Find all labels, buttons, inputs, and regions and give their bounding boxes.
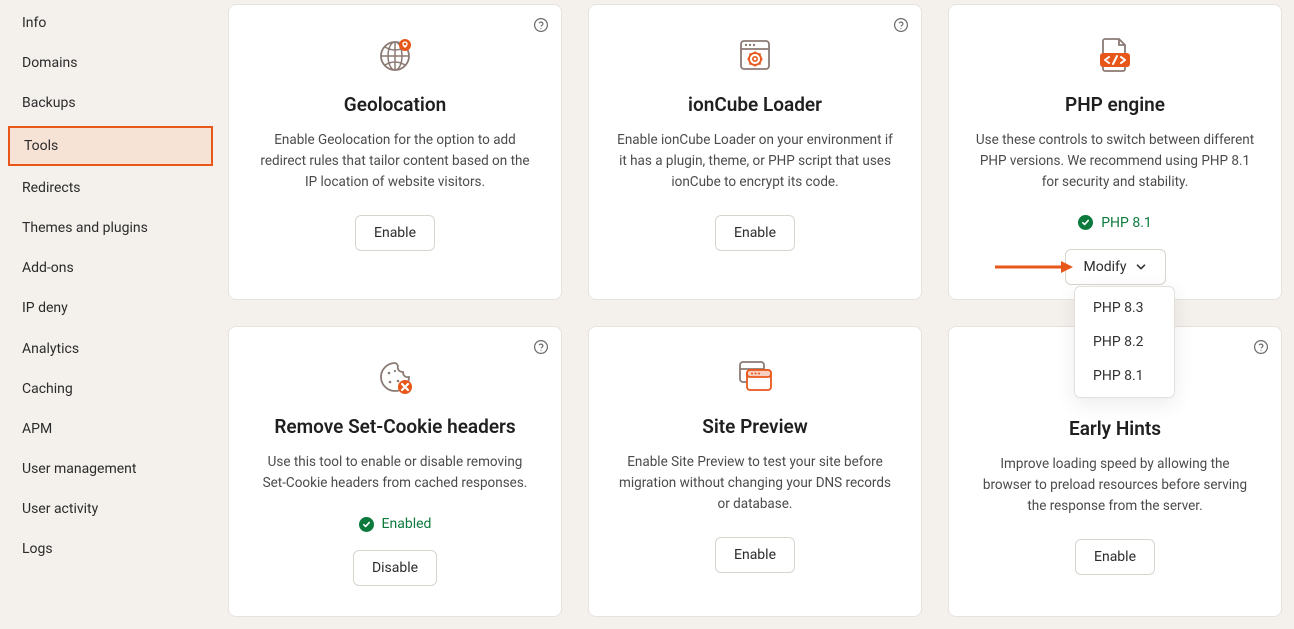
card-description: Enable ionCube Loader on your environmen… bbox=[615, 130, 895, 193]
enable-button[interactable]: Enable bbox=[715, 215, 795, 251]
card-geolocation: Geolocation Enable Geolocation for the o… bbox=[228, 4, 562, 300]
sidebar-item-ip-deny[interactable]: IP deny bbox=[0, 288, 216, 328]
check-icon bbox=[1078, 215, 1093, 230]
check-icon bbox=[359, 517, 374, 532]
card-title: Early Hints bbox=[1069, 417, 1161, 440]
help-icon[interactable] bbox=[533, 339, 549, 355]
sidebar-item-domains[interactable]: Domains bbox=[0, 43, 216, 83]
card-title: Remove Set-Cookie headers bbox=[274, 415, 515, 438]
help-icon[interactable] bbox=[893, 17, 909, 33]
sidebar-item-caching[interactable]: Caching bbox=[0, 369, 216, 409]
enable-button[interactable]: Enable bbox=[715, 537, 795, 573]
card-title: ionCube Loader bbox=[688, 93, 822, 116]
status-text: Enabled bbox=[382, 516, 432, 532]
card-ioncube: ionCube Loader Enable ionCube Loader on … bbox=[588, 4, 922, 300]
dropdown-item-php83[interactable]: PHP 8.3 bbox=[1075, 291, 1174, 325]
card-description: Enable Site Preview to test your site be… bbox=[615, 452, 895, 515]
card-description: Improve loading speed by allowing the br… bbox=[975, 454, 1255, 517]
browser-gear-icon bbox=[735, 35, 775, 75]
card-title: Site Preview bbox=[702, 415, 808, 438]
sidebar: Info Domains Backups Tools Redirects The… bbox=[0, 0, 216, 629]
content-area: Geolocation Enable Geolocation for the o… bbox=[216, 0, 1294, 629]
php-version-dropdown: PHP 8.3 PHP 8.2 PHP 8.1 bbox=[1074, 286, 1175, 398]
modify-button-label: Modify bbox=[1084, 259, 1127, 275]
sidebar-item-tools[interactable]: Tools bbox=[8, 126, 213, 166]
card-php-engine: PHP engine Use these controls to switch … bbox=[948, 4, 1282, 300]
chevron-down-icon bbox=[1135, 261, 1147, 273]
sidebar-item-analytics[interactable]: Analytics bbox=[0, 329, 216, 369]
sidebar-item-logs[interactable]: Logs bbox=[0, 529, 216, 569]
status-badge: Enabled bbox=[359, 516, 432, 532]
sidebar-item-backups[interactable]: Backups bbox=[0, 83, 216, 123]
disable-button[interactable]: Disable bbox=[353, 550, 437, 586]
card-title: Geolocation bbox=[344, 93, 446, 116]
globe-icon bbox=[375, 35, 415, 75]
cookie-remove-icon bbox=[375, 357, 415, 397]
help-icon[interactable] bbox=[533, 17, 549, 33]
card-description: Use these controls to switch between dif… bbox=[975, 130, 1255, 193]
windows-icon bbox=[735, 357, 775, 397]
sidebar-item-user-management[interactable]: User management bbox=[0, 449, 216, 489]
card-title: PHP engine bbox=[1065, 93, 1165, 116]
card-site-preview: Site Preview Enable Site Preview to test… bbox=[588, 326, 922, 617]
card-description: Enable Geolocation for the option to add… bbox=[255, 130, 535, 193]
sidebar-item-themes-plugins[interactable]: Themes and plugins bbox=[0, 208, 216, 248]
dropdown-item-php81[interactable]: PHP 8.1 bbox=[1075, 359, 1174, 393]
card-description: Use this tool to enable or disable remov… bbox=[255, 452, 535, 494]
card-set-cookie: Remove Set-Cookie headers Use this tool … bbox=[228, 326, 562, 617]
status-text: PHP 8.1 bbox=[1101, 215, 1152, 231]
help-icon[interactable] bbox=[1253, 339, 1269, 355]
sidebar-item-apm[interactable]: APM bbox=[0, 409, 216, 449]
code-file-icon bbox=[1095, 35, 1135, 75]
enable-button[interactable]: Enable bbox=[355, 215, 435, 251]
sidebar-item-redirects[interactable]: Redirects bbox=[0, 168, 216, 208]
sidebar-item-info[interactable]: Info bbox=[0, 3, 216, 43]
modify-button[interactable]: Modify bbox=[1065, 249, 1166, 285]
sidebar-item-addons[interactable]: Add-ons bbox=[0, 248, 216, 288]
status-badge: PHP 8.1 bbox=[1078, 215, 1152, 231]
dropdown-item-php82[interactable]: PHP 8.2 bbox=[1075, 325, 1174, 359]
sidebar-item-user-activity[interactable]: User activity bbox=[0, 489, 216, 529]
enable-button[interactable]: Enable bbox=[1075, 539, 1155, 575]
